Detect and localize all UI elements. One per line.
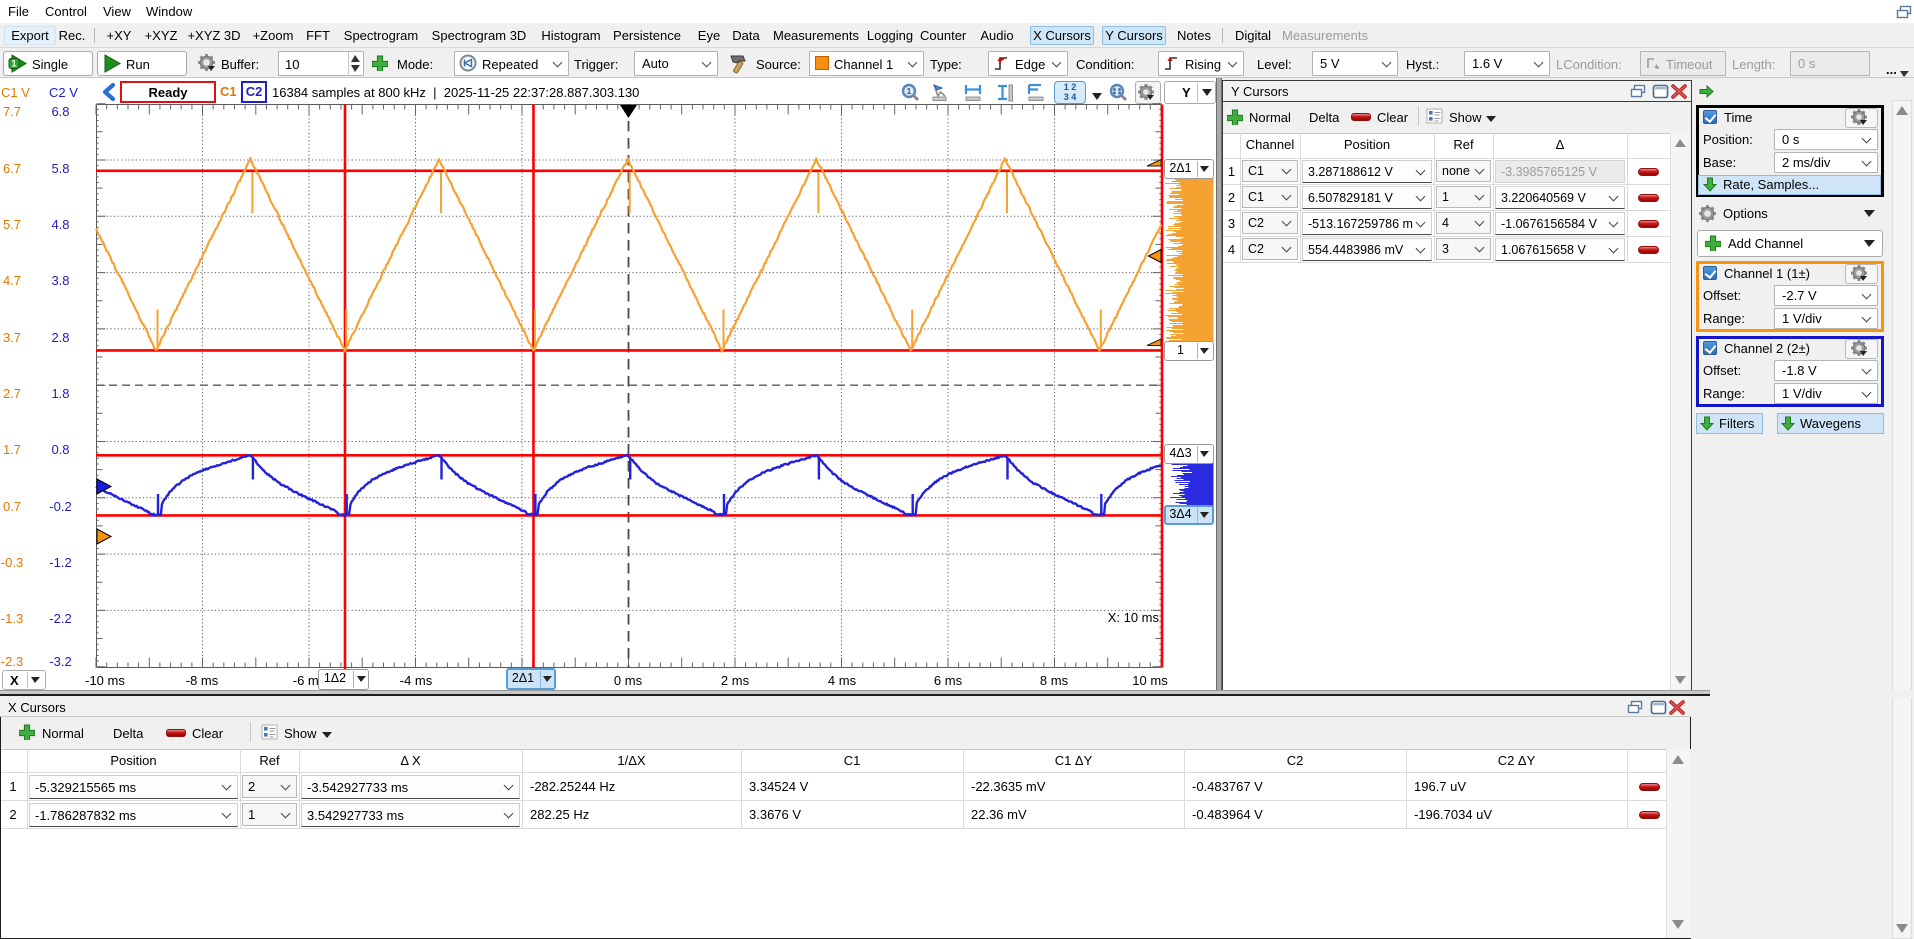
svg-text:1: 1 [11, 59, 16, 69]
svg-text:X: 10 ms: X: 10 ms [1108, 610, 1160, 625]
